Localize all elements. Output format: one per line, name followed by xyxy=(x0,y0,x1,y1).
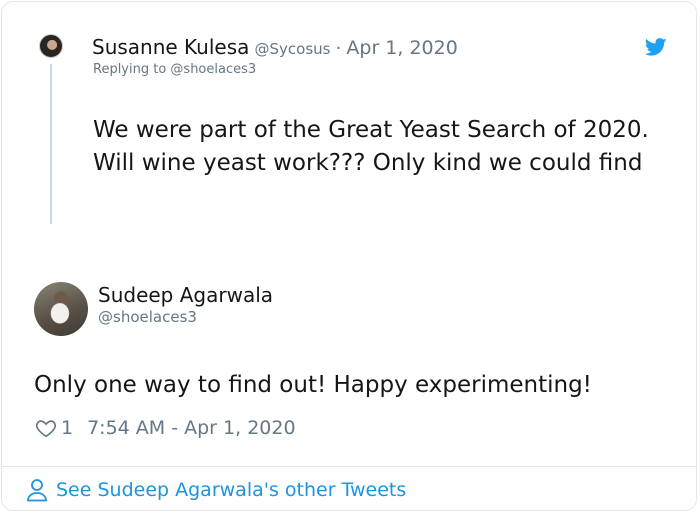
reply-tweet-text: We were part of the Great Yeast Search o… xyxy=(93,117,649,176)
person-icon xyxy=(27,478,47,501)
thread-connector-line xyxy=(50,64,52,224)
like-count: 1 xyxy=(61,417,74,439)
twitter-bird-icon[interactable] xyxy=(644,36,668,58)
tweet-timestamp[interactable]: 7:54 AM - Apr 1, 2020 xyxy=(87,417,295,439)
replying-to-label[interactable]: Replying to @shoelaces3 xyxy=(93,62,256,77)
main-author-handle[interactable]: @shoelaces3 xyxy=(98,308,197,326)
main-tweet-text: Only one way to find out! Happy experime… xyxy=(34,372,592,398)
see-other-tweets-link[interactable]: See Sudeep Agarwala's other Tweets xyxy=(56,479,406,501)
reply-author-handle[interactable]: @Sycosus xyxy=(255,40,331,58)
embedded-tweet-card: Susanne Kulesa @Sycosus · Apr 1, 2020 Re… xyxy=(1,1,697,511)
reply-author-name[interactable]: Susanne Kulesa xyxy=(92,35,249,59)
tweet-meta-row: 1 7:54 AM - Apr 1, 2020 xyxy=(35,416,296,440)
footer-bar: See Sudeep Agarwala's other Tweets xyxy=(2,466,696,510)
heart-icon[interactable] xyxy=(35,417,57,439)
reply-tweet-date[interactable]: Apr 1, 2020 xyxy=(346,37,457,59)
header-separator: · xyxy=(335,38,342,59)
main-author-avatar[interactable] xyxy=(34,282,88,336)
reply-tweet-header: Susanne Kulesa @Sycosus · Apr 1, 2020 xyxy=(92,35,458,59)
reply-author-avatar[interactable] xyxy=(39,34,63,58)
main-author-name[interactable]: Sudeep Agarwala xyxy=(98,283,273,307)
